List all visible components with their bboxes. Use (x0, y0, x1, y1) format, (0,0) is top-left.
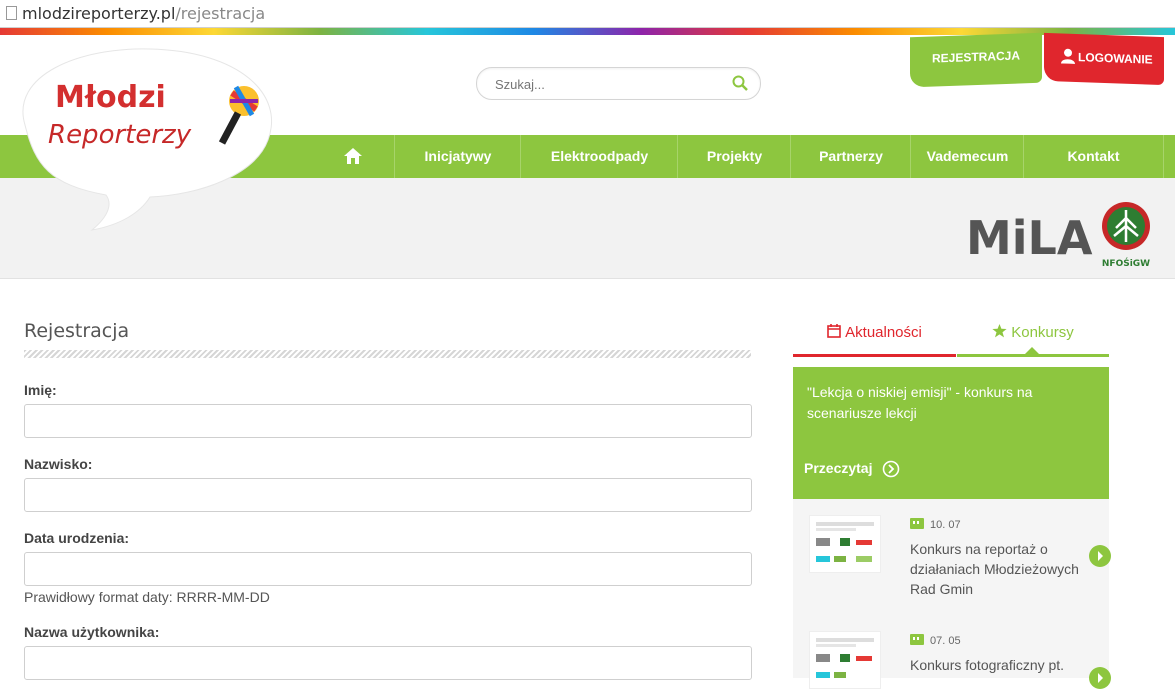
tab-aktualnosci[interactable]: Aktualności (793, 318, 956, 357)
first-name-label: Imię: (24, 382, 57, 398)
login-label: LOGOWANIE (1078, 50, 1153, 67)
nav-item-inicjatywy[interactable]: Inicjatywy (394, 135, 521, 178)
username-label: Nazwa użytkownika: (24, 624, 160, 640)
arrow-right-icon[interactable] (1089, 545, 1111, 567)
title-divider (24, 350, 751, 358)
nfosigw-logo[interactable]: NFOŚiGW (1100, 200, 1152, 270)
news-title[interactable]: Konkurs fotograficzny pt. (910, 655, 1088, 675)
nav-item-kontakt[interactable]: Kontakt (1023, 135, 1164, 178)
news-title[interactable]: Konkurs na reportaż o działaniach Młodzi… (910, 539, 1088, 599)
logo-line-2: Reporterzy (48, 120, 192, 150)
thumbnail-image (816, 638, 874, 678)
login-button[interactable]: LOGOWANIE (1044, 32, 1164, 86)
quote-icon (910, 518, 924, 529)
news-date: 10. 07 (930, 519, 961, 531)
nfosigw-text: NFOŚiGW (1102, 257, 1150, 269)
browser-address-bar[interactable]: mlodzireporterzy.pl/rejestracja (0, 0, 1175, 28)
birthdate-hint: Prawidłowy format daty: RRRR-MM-DD (24, 589, 270, 605)
tab-indicator (1024, 347, 1040, 355)
page-title: Rejestracja (24, 320, 130, 342)
user-icon (1061, 48, 1075, 64)
nav-item-projekty[interactable]: Projekty (677, 135, 791, 178)
url-text[interactable]: mlodzireporterzy.pl/rejestracja (22, 4, 265, 23)
list-item[interactable]: 10. 07 Konkurs na reportaż o działaniach… (793, 499, 1111, 616)
register-button[interactable]: REJESTRACJA (910, 32, 1042, 88)
list-item[interactable]: 07. 05 Konkurs fotograficzny pt. (793, 615, 1111, 689)
username-field[interactable] (24, 646, 752, 680)
site-logo[interactable]: Młodzi Reporterzy (0, 35, 285, 235)
tab-konkursy-label: Konkursy (1011, 324, 1074, 341)
search-icon[interactable] (732, 75, 748, 91)
mila-text: MiLA (966, 211, 1093, 260)
last-name-field[interactable] (24, 478, 752, 512)
star-icon (992, 324, 1007, 338)
featured-contest[interactable]: "Lekcja o niskiej emisji" - konkurs na s… (793, 367, 1109, 499)
search-input[interactable] (493, 74, 717, 94)
nav-item-vademecum[interactable]: Vademecum (910, 135, 1024, 178)
nav-item-partnerzy[interactable]: Partnerzy (790, 135, 911, 178)
quote-icon (910, 634, 924, 645)
featured-title[interactable]: "Lekcja o niskiej emisji" - konkurs na s… (807, 382, 1092, 424)
nav-home[interactable] (312, 135, 394, 178)
page-icon (6, 6, 17, 20)
search-box[interactable] (476, 67, 761, 100)
arrow-right-icon[interactable] (1089, 667, 1111, 689)
news-date: 07. 05 (930, 635, 961, 647)
tab-aktualnosci-label: Aktualności (845, 324, 922, 341)
first-name-field[interactable] (24, 404, 752, 438)
home-icon (344, 147, 362, 164)
arrow-circle-icon[interactable] (882, 460, 900, 478)
thumbnail-image (816, 522, 874, 562)
nav-item-elektroodpady[interactable]: Elektroodpady (520, 135, 678, 178)
register-label: REJESTRACJA (931, 48, 1021, 66)
birthdate-label: Data urodzenia: (24, 530, 130, 546)
read-more-link[interactable]: Przeczytaj (804, 460, 872, 476)
last-name-label: Nazwisko: (24, 456, 93, 472)
mila-logo[interactable]: MiLA (966, 210, 1094, 260)
calendar-icon (827, 324, 841, 338)
news-thumbnail[interactable] (809, 631, 881, 689)
birthdate-field[interactable] (24, 552, 752, 586)
news-thumbnail[interactable] (809, 515, 881, 573)
sidebar-tabs: Aktualności Konkursy (793, 318, 1109, 357)
logo-line-1: Młodzi (55, 80, 166, 115)
